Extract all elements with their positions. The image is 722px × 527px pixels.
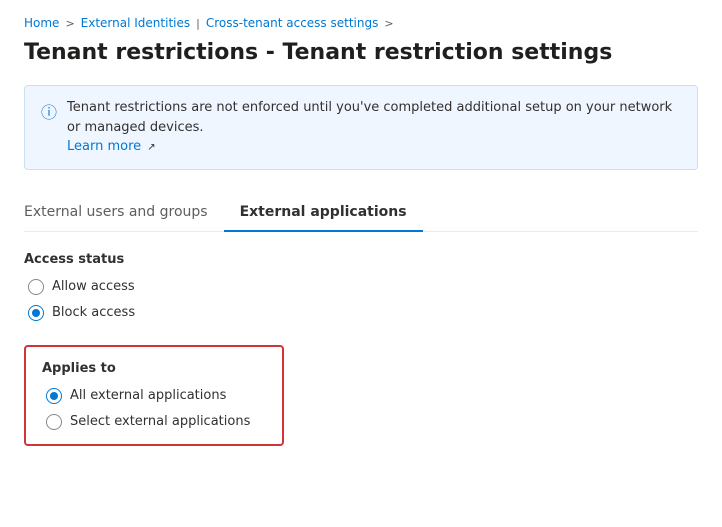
info-banner: ⓘ Tenant restrictions are not enforced u… [24, 85, 698, 170]
learn-more-link[interactable]: Learn more [67, 139, 141, 154]
breadcrumb-home[interactable]: Home [24, 16, 59, 30]
select-external-radio[interactable] [46, 414, 62, 430]
tabs-container: External users and groups External appli… [24, 194, 698, 232]
breadcrumb-sep1: > [65, 17, 74, 30]
breadcrumb-sep2: > [384, 17, 393, 30]
breadcrumb-pipe: | [196, 17, 200, 30]
access-status-label: Access status [24, 252, 698, 267]
all-external-option[interactable]: All external applications [46, 388, 266, 404]
applies-to-box: Applies to All external applications Sel… [24, 345, 284, 446]
all-external-label: All external applications [70, 388, 226, 403]
tab-external-applications[interactable]: External applications [224, 194, 423, 232]
breadcrumb: Home > External Identities | Cross-tenan… [24, 16, 698, 30]
applies-to-group: All external applications Select externa… [46, 388, 266, 430]
breadcrumb-cross-tenant[interactable]: Cross-tenant access settings [206, 16, 379, 30]
select-external-label: Select external applications [70, 414, 250, 429]
block-access-label: Block access [52, 305, 135, 320]
info-icon: ⓘ [41, 99, 57, 123]
block-access-option[interactable]: Block access [28, 305, 698, 321]
info-banner-text: Tenant restrictions are not enforced unt… [67, 98, 681, 157]
applies-to-label: Applies to [42, 361, 266, 376]
info-message: Tenant restrictions are not enforced unt… [67, 100, 672, 135]
all-external-radio[interactable] [46, 388, 62, 404]
access-status-group: Allow access Block access [28, 279, 698, 321]
page-title: Tenant restrictions - Tenant restriction… [24, 40, 698, 65]
external-link-icon: ↗ [147, 142, 155, 153]
select-external-option[interactable]: Select external applications [46, 414, 266, 430]
allow-access-radio[interactable] [28, 279, 44, 295]
block-access-radio[interactable] [28, 305, 44, 321]
allow-access-label: Allow access [52, 279, 135, 294]
allow-access-option[interactable]: Allow access [28, 279, 698, 295]
tab-external-users[interactable]: External users and groups [24, 194, 224, 232]
breadcrumb-external-identities[interactable]: External Identities [81, 16, 190, 30]
